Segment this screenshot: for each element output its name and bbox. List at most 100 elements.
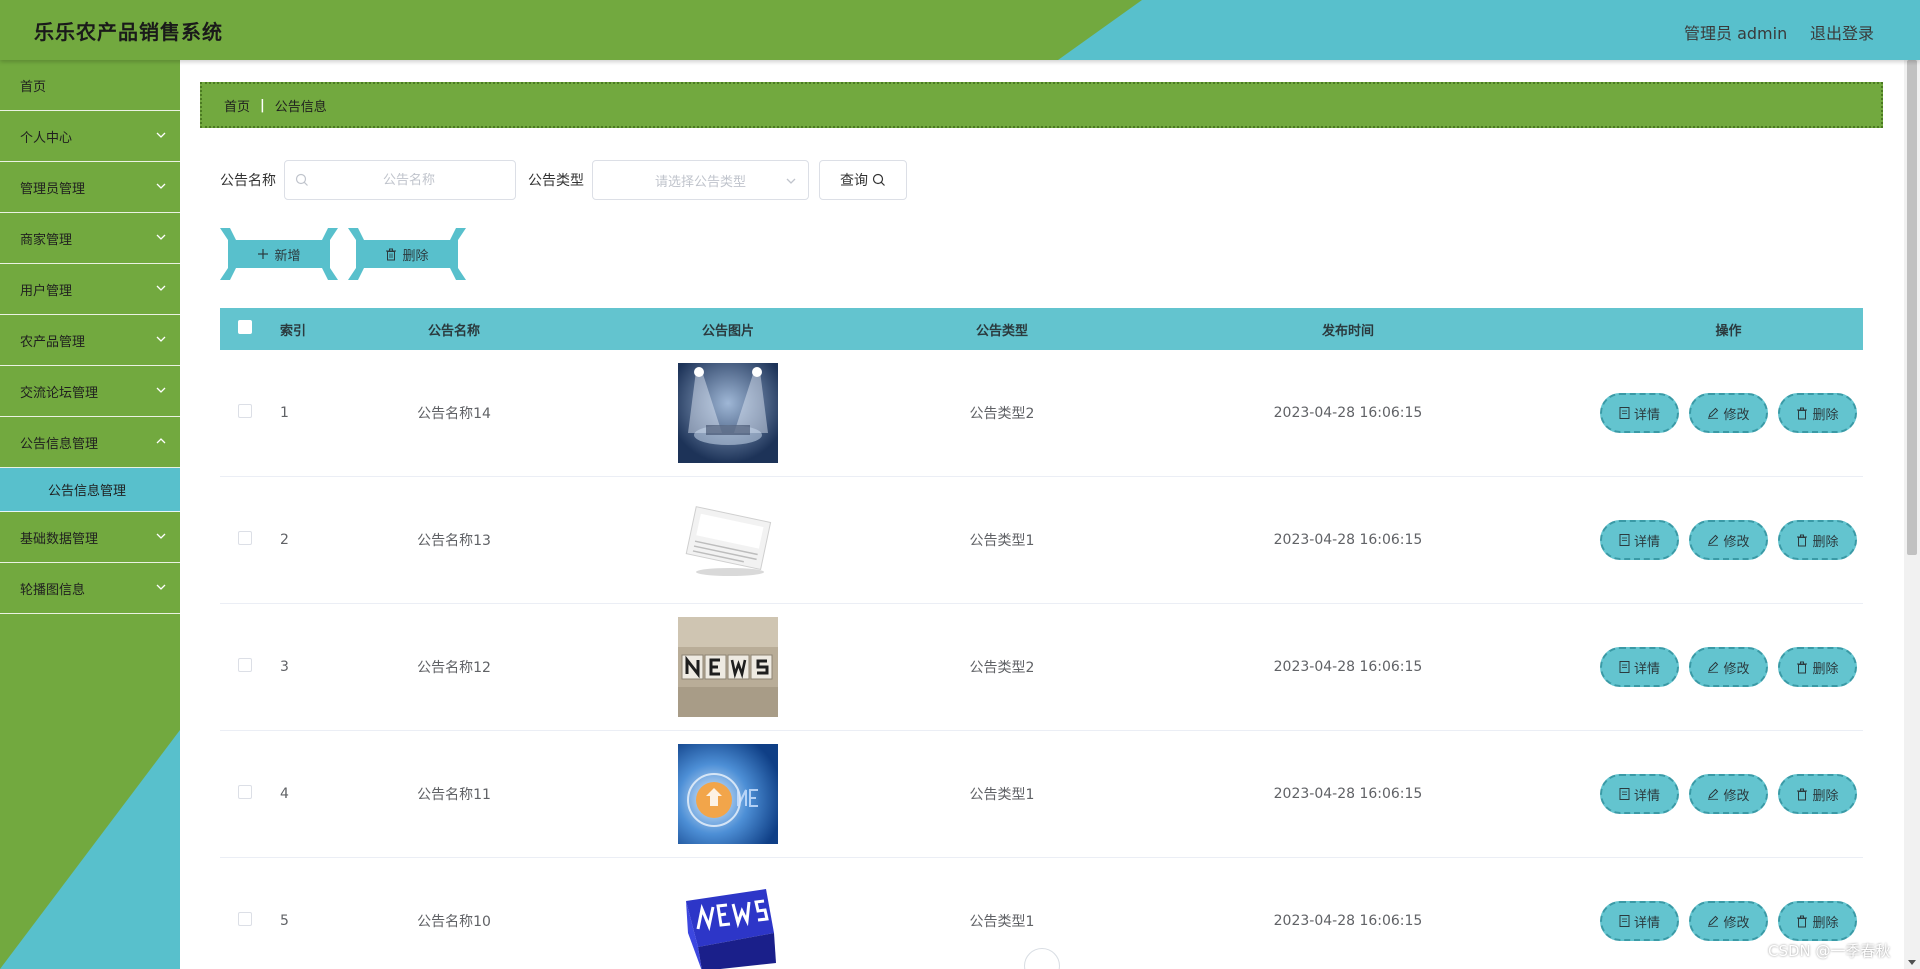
trash-icon: [1797, 788, 1808, 800]
sidebar-item-forum-management[interactable]: 交流论坛管理: [0, 366, 180, 417]
detail-button[interactable]: 详情: [1600, 647, 1679, 687]
pencil-icon: [1708, 661, 1719, 673]
select-all-checkbox[interactable]: [238, 320, 252, 334]
edit-button-label: 修改: [1723, 915, 1750, 931]
news-stage-image: [678, 363, 778, 463]
app-title: 乐乐农产品销售系统: [34, 20, 223, 44]
edit-button[interactable]: 修改: [1689, 901, 1768, 941]
row-type: 公告类型1: [969, 914, 1035, 930]
header-accent-shape: [1058, 0, 1920, 60]
row-checkbox[interactable]: [238, 785, 252, 799]
document-icon: [1619, 407, 1630, 419]
chevron-down-icon: [156, 533, 166, 539]
sidebar-item-admin-management[interactable]: 管理员管理: [0, 162, 180, 213]
delete-row-button[interactable]: 删除: [1778, 520, 1857, 560]
row-name: 公告名称10: [417, 914, 491, 930]
search-bar: 公告名称 公告类型 请选择公告类型 查询: [220, 160, 907, 200]
table-row: 1 公告名称14 公告类型2 2023-04-28 16:06:15 详情 修改…: [220, 350, 1863, 477]
newspaper-image: [678, 490, 778, 590]
sidebar-item-label: 轮播图信息: [20, 582, 86, 598]
delete-row-button[interactable]: 删除: [1778, 901, 1857, 941]
sidebar-subitem-label: 公告信息管理: [48, 484, 127, 499]
sidebar-item-product-management[interactable]: 农产品管理: [0, 315, 180, 366]
row-checkbox[interactable]: [238, 912, 252, 926]
notice-name-input[interactable]: [309, 172, 509, 188]
sidebar-item-label: 个人中心: [20, 130, 73, 146]
sidebar-item-basic-data-management[interactable]: 基础数据管理: [0, 512, 180, 563]
plus-icon: [258, 249, 269, 259]
scroll-down-arrow-icon[interactable]: [1908, 960, 1916, 965]
delete-row-button-label: 删除: [1812, 534, 1839, 550]
edit-button[interactable]: 修改: [1689, 520, 1768, 560]
logout-link[interactable]: 退出登录: [1810, 20, 1874, 44]
row-type: 公告类型2: [969, 406, 1035, 422]
row-time: 2023-04-28 16:06:15: [1273, 405, 1423, 421]
news-globe-image: [678, 744, 778, 844]
news-key-image: [678, 871, 778, 969]
sidebar-item-label: 农产品管理: [20, 334, 86, 350]
sidebar-item-user-management[interactable]: 用户管理: [0, 264, 180, 315]
delete-row-button[interactable]: 删除: [1778, 774, 1857, 814]
pencil-icon: [1708, 788, 1719, 800]
page-scrollbar[interactable]: [1904, 60, 1920, 969]
delete-row-button-label: 删除: [1812, 407, 1839, 423]
detail-button[interactable]: 详情: [1600, 520, 1679, 560]
detail-button[interactable]: 详情: [1600, 393, 1679, 433]
pencil-icon: [1708, 407, 1719, 419]
row-time: 2023-04-28 16:06:15: [1273, 786, 1423, 802]
row-name: 公告名称11: [417, 787, 491, 803]
trash-icon: [1797, 407, 1808, 419]
breadcrumb-separator: |: [260, 97, 265, 113]
row-name: 公告名称13: [417, 533, 491, 549]
add-button[interactable]: 新增: [220, 228, 338, 280]
delete-row-button-label: 删除: [1812, 915, 1839, 931]
batch-delete-button[interactable]: 删除: [348, 228, 466, 280]
sidebar-item-label: 基础数据管理: [20, 531, 99, 547]
row-index: 3: [280, 659, 289, 675]
sidebar-menu: 首页 个人中心 管理员管理 商家管理 用户管理 农产品管理 交流论坛管理 公告信…: [0, 60, 180, 969]
edit-button-label: 修改: [1723, 788, 1750, 804]
row-checkbox[interactable]: [238, 404, 252, 418]
delete-row-button[interactable]: 删除: [1778, 393, 1857, 433]
top-header: 乐乐农产品销售系统 管理员 admin 退出登录: [0, 0, 1920, 60]
search-icon: [295, 173, 308, 186]
sidebar-subitem-notice-info[interactable]: 公告信息管理: [0, 468, 180, 512]
edit-button[interactable]: 修改: [1689, 774, 1768, 814]
breadcrumb-home[interactable]: 首页: [224, 96, 250, 115]
scrollbar-thumb[interactable]: [1907, 60, 1917, 555]
chevron-up-icon: [156, 438, 166, 444]
trash-icon: [1797, 661, 1808, 673]
header-ops: 操作: [1715, 323, 1742, 339]
edit-button[interactable]: 修改: [1689, 393, 1768, 433]
sidebar-item-merchant-management[interactable]: 商家管理: [0, 213, 180, 264]
chevron-down-icon: [156, 234, 166, 240]
detail-button[interactable]: 详情: [1600, 774, 1679, 814]
pencil-icon: [1708, 534, 1719, 546]
sidebar-item-label: 用户管理: [20, 283, 73, 299]
row-checkbox[interactable]: [238, 658, 252, 672]
detail-button[interactable]: 详情: [1600, 901, 1679, 941]
current-user-label: 管理员 admin: [1684, 24, 1788, 43]
detail-button-label: 详情: [1633, 788, 1660, 804]
chevron-down-icon: [156, 336, 166, 342]
notice-name-field[interactable]: [284, 160, 516, 200]
sidebar-item-notice-management[interactable]: 公告信息管理: [0, 417, 180, 468]
delete-row-button-label: 删除: [1812, 788, 1839, 804]
sidebar-item-personal-center[interactable]: 个人中心: [0, 111, 180, 162]
sidebar-item-carousel-info[interactable]: 轮播图信息: [0, 563, 180, 614]
delete-row-button[interactable]: 删除: [1778, 647, 1857, 687]
edit-button-label: 修改: [1723, 534, 1750, 550]
document-icon: [1619, 788, 1630, 800]
row-checkbox[interactable]: [238, 531, 252, 545]
document-icon: [1619, 661, 1630, 673]
trash-icon: [1797, 915, 1808, 927]
sidebar-item-home[interactable]: 首页: [0, 60, 180, 111]
news-blocks-image: [678, 617, 778, 717]
header-time: 发布时间: [1321, 323, 1374, 339]
row-type: 公告类型1: [969, 787, 1035, 803]
delete-button-label: 删除: [402, 248, 429, 264]
query-button[interactable]: 查询: [819, 160, 907, 200]
row-index: 2: [280, 532, 289, 548]
notice-type-select[interactable]: 请选择公告类型: [592, 160, 809, 200]
edit-button[interactable]: 修改: [1689, 647, 1768, 687]
